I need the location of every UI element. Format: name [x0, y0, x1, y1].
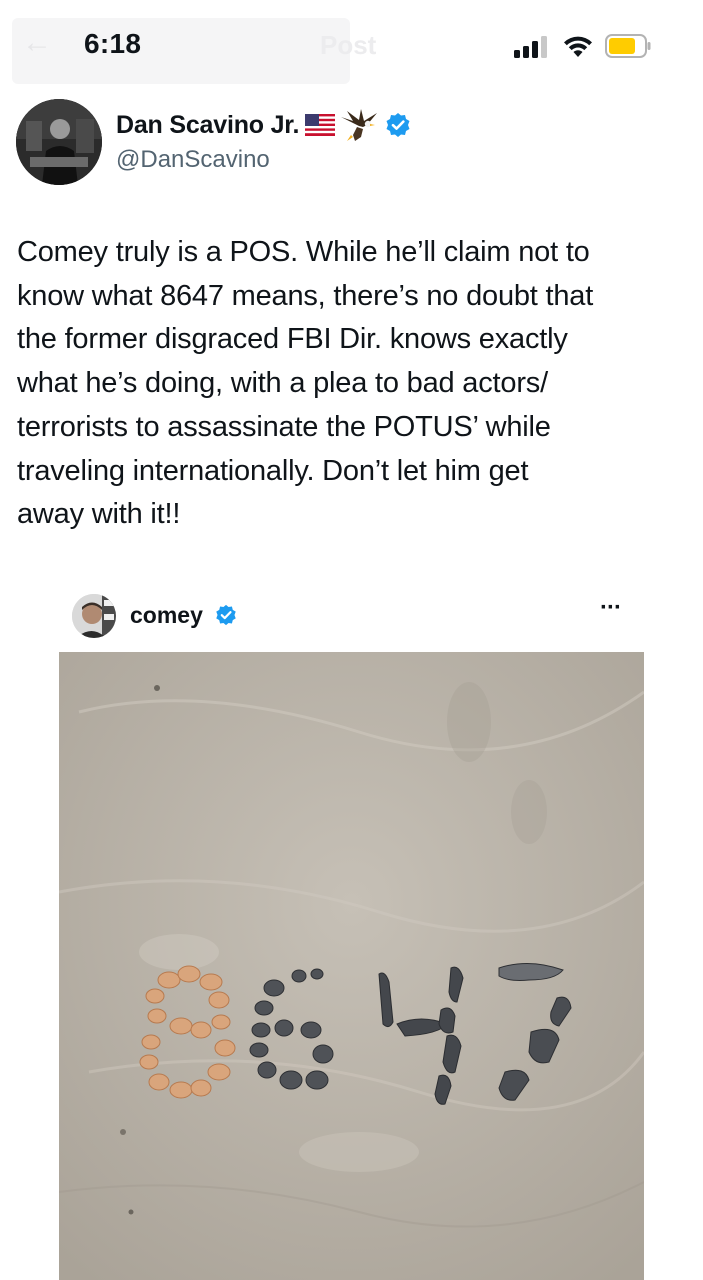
status-time: 6:18	[84, 28, 142, 59]
post-detail-screen: ← Post 6:18 Dan Scavino Jr. @DanScavino …	[0, 0, 703, 1280]
author-avatar[interactable]	[16, 99, 102, 185]
header-title: Post	[320, 30, 377, 60]
author-name-row: Dan Scavino Jr.	[116, 107, 411, 143]
wifi-icon	[564, 36, 592, 57]
author-display-name[interactable]: Dan Scavino Jr.	[116, 111, 299, 140]
signal-icon	[514, 36, 548, 58]
battery-icon	[605, 34, 651, 58]
embedded-author-avatar[interactable]	[72, 594, 116, 638]
more-options-icon[interactable]: ···	[600, 594, 622, 622]
verified-icon	[386, 113, 410, 137]
back-arrow-icon[interactable]: ←	[22, 26, 52, 60]
shells-in-sand-photo[interactable]	[59, 652, 644, 1280]
status-bar: ← Post 6:18	[0, 0, 703, 92]
embedded-verified-icon	[216, 604, 236, 626]
us-flag-icon	[305, 114, 336, 136]
ghost-header	[12, 18, 350, 84]
eagle-icon	[341, 109, 378, 141]
tweet-text: Comey truly is a POS. While he’ll claim …	[17, 236, 594, 531]
embedded-post-header: comey ···	[72, 594, 632, 640]
embedded-author-name[interactable]: comey	[130, 602, 203, 629]
author-handle[interactable]: @DanScavino	[116, 146, 270, 174]
